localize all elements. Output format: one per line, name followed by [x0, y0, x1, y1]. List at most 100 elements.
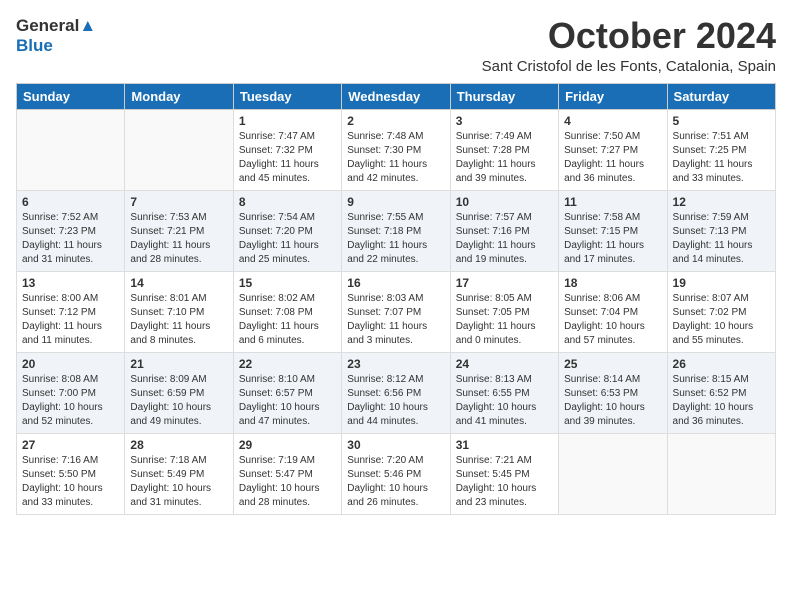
day-info: Sunrise: 8:09 AMSunset: 6:59 PMDaylight:… — [130, 373, 227, 429]
calendar-week-row: 1 Sunrise: 7:47 AMSunset: 7:32 PMDaylight… — [17, 109, 776, 190]
day-number: 18 — [564, 276, 661, 290]
day-number: 14 — [130, 276, 227, 290]
calendar-cell: 17Sunrise: 8:05 AMSunset: 7:05 PMDayligh… — [450, 271, 558, 352]
calendar-week-row: 20 Sunrise: 8:08 AMSunset: 7:00 PMDayligh… — [17, 352, 776, 433]
day-info: Sunrise: 7:50 AMSunset: 7:27 PMDaylight:… — [564, 130, 661, 186]
calendar-cell: 19 Sunrise: 8:07 AMSunset: 7:02 PMDayligh… — [667, 271, 775, 352]
calendar-cell: 31 Sunrise: 7:21 AMSunset: 5:45 PMDayligh… — [450, 433, 558, 514]
calendar-cell: 30 Sunrise: 7:20 AMSunset: 5:46 PMDayligh… — [342, 433, 450, 514]
weekday-header: Monday — [125, 83, 233, 109]
day-number: 21 — [130, 357, 227, 371]
day-number: 28 — [130, 438, 227, 452]
day-number: 13 — [22, 276, 119, 290]
day-info: Sunrise: 7:52 AMSunset: 7:23 PMDaylight:… — [22, 211, 119, 267]
day-number: 29 — [239, 438, 336, 452]
day-number: 8 — [239, 195, 336, 209]
day-info: Sunrise: 7:54 AMSunset: 7:20 PMDaylight:… — [239, 211, 336, 267]
day-number: 2 — [347, 114, 444, 128]
title-block: October 2024 Sant Cristofol de les Fonts… — [482, 16, 776, 75]
day-number: 20 — [22, 357, 119, 371]
day-info: Sunrise: 8:12 AMSunset: 6:56 PMDaylight:… — [347, 373, 444, 429]
day-info: Sunrise: 8:08 AMSunset: 7:00 PMDaylight:… — [22, 373, 119, 429]
calendar-cell: 4 Sunrise: 7:50 AMSunset: 7:27 PMDaylight… — [559, 109, 667, 190]
day-info: Sunrise: 8:00 AMSunset: 7:12 PMDaylight:… — [22, 292, 119, 348]
weekday-header-row: SundayMondayTuesdayWednesdayThursdayFrid… — [17, 83, 776, 109]
day-number: 27 — [22, 438, 119, 452]
day-info: Sunrise: 7:47 AMSunset: 7:32 PMDaylight:… — [239, 130, 336, 186]
day-number: 17 — [456, 276, 553, 290]
day-info: Sunrise: 8:15 AMSunset: 6:52 PMDaylight:… — [673, 373, 770, 429]
day-number: 19 — [673, 276, 770, 290]
day-number: 30 — [347, 438, 444, 452]
day-info: Sunrise: 7:55 AMSunset: 7:18 PMDaylight:… — [347, 211, 444, 267]
calendar-week-row: 27Sunrise: 7:16 AMSunset: 5:50 PMDayligh… — [17, 433, 776, 514]
day-info: Sunrise: 7:53 AMSunset: 7:21 PMDaylight:… — [130, 211, 227, 267]
day-info: Sunrise: 8:01 AMSunset: 7:10 PMDaylight:… — [130, 292, 227, 348]
calendar-cell: 2 Sunrise: 7:48 AMSunset: 7:30 PMDaylight… — [342, 109, 450, 190]
day-info: Sunrise: 8:10 AMSunset: 6:57 PMDaylight:… — [239, 373, 336, 429]
day-info: Sunrise: 7:58 AMSunset: 7:15 PMDaylight:… — [564, 211, 661, 267]
day-number: 1 — [239, 114, 336, 128]
day-info: Sunrise: 7:57 AMSunset: 7:16 PMDaylight:… — [456, 211, 553, 267]
calendar-cell: 7Sunrise: 7:53 AMSunset: 7:21 PMDaylight… — [125, 190, 233, 271]
calendar-cell — [667, 433, 775, 514]
calendar-cell: 29 Sunrise: 7:19 AMSunset: 5:47 PMDayligh… — [233, 433, 341, 514]
calendar-cell: 8 Sunrise: 7:54 AMSunset: 7:20 PMDaylight… — [233, 190, 341, 271]
calendar-cell: 21 Sunrise: 8:09 AMSunset: 6:59 PMDayligh… — [125, 352, 233, 433]
calendar-week-row: 13 Sunrise: 8:00 AMSunset: 7:12 PMDayligh… — [17, 271, 776, 352]
day-info: Sunrise: 7:59 AMSunset: 7:13 PMDaylight:… — [673, 211, 770, 267]
calendar-cell — [17, 109, 125, 190]
weekday-header: Tuesday — [233, 83, 341, 109]
day-info: Sunrise: 8:03 AMSunset: 7:07 PMDaylight:… — [347, 292, 444, 348]
day-number: 31 — [456, 438, 553, 452]
day-number: 24 — [456, 357, 553, 371]
calendar-cell: 1 Sunrise: 7:47 AMSunset: 7:32 PMDaylight… — [233, 109, 341, 190]
day-info: Sunrise: 8:13 AMSunset: 6:55 PMDaylight:… — [456, 373, 553, 429]
day-info: Sunrise: 7:21 AMSunset: 5:45 PMDaylight:… — [456, 454, 553, 510]
calendar-cell: 3 Sunrise: 7:49 AMSunset: 7:28 PMDaylight… — [450, 109, 558, 190]
day-number: 15 — [239, 276, 336, 290]
page-header: General▲ Blue October 2024 Sant Cristofo… — [16, 16, 776, 75]
calendar-cell: 6 Sunrise: 7:52 AMSunset: 7:23 PMDaylight… — [17, 190, 125, 271]
calendar-cell: 12Sunrise: 7:59 AMSunset: 7:13 PMDayligh… — [667, 190, 775, 271]
day-info: Sunrise: 8:07 AMSunset: 7:02 PMDaylight:… — [673, 292, 770, 348]
day-info: Sunrise: 7:20 AMSunset: 5:46 PMDaylight:… — [347, 454, 444, 510]
calendar-cell: 16 Sunrise: 8:03 AMSunset: 7:07 PMDayligh… — [342, 271, 450, 352]
calendar-cell: 14 Sunrise: 8:01 AMSunset: 7:10 PMDayligh… — [125, 271, 233, 352]
weekday-header: Wednesday — [342, 83, 450, 109]
calendar-table: SundayMondayTuesdayWednesdayThursdayFrid… — [16, 83, 776, 515]
day-number: 22 — [239, 357, 336, 371]
day-number: 25 — [564, 357, 661, 371]
day-info: Sunrise: 7:19 AMSunset: 5:47 PMDaylight:… — [239, 454, 336, 510]
day-info: Sunrise: 7:48 AMSunset: 7:30 PMDaylight:… — [347, 130, 444, 186]
calendar-cell — [559, 433, 667, 514]
calendar-cell: 11Sunrise: 7:58 AMSunset: 7:15 PMDayligh… — [559, 190, 667, 271]
weekday-header: Thursday — [450, 83, 558, 109]
calendar-cell: 13 Sunrise: 8:00 AMSunset: 7:12 PMDayligh… — [17, 271, 125, 352]
day-info: Sunrise: 7:51 AMSunset: 7:25 PMDaylight:… — [673, 130, 770, 186]
calendar-cell: 23 Sunrise: 8:12 AMSunset: 6:56 PMDayligh… — [342, 352, 450, 433]
day-info: Sunrise: 7:49 AMSunset: 7:28 PMDaylight:… — [456, 130, 553, 186]
calendar-cell: 9 Sunrise: 7:55 AMSunset: 7:18 PMDaylight… — [342, 190, 450, 271]
calendar-cell: 22 Sunrise: 8:10 AMSunset: 6:57 PMDayligh… — [233, 352, 341, 433]
day-number: 4 — [564, 114, 661, 128]
calendar-cell: 24 Sunrise: 8:13 AMSunset: 6:55 PMDayligh… — [450, 352, 558, 433]
location: Sant Cristofol de les Fonts, Catalonia, … — [482, 58, 776, 75]
day-number: 3 — [456, 114, 553, 128]
calendar-cell: 20 Sunrise: 8:08 AMSunset: 7:00 PMDayligh… — [17, 352, 125, 433]
day-number: 16 — [347, 276, 444, 290]
day-info: Sunrise: 8:14 AMSunset: 6:53 PMDaylight:… — [564, 373, 661, 429]
day-number: 9 — [347, 195, 444, 209]
day-number: 26 — [673, 357, 770, 371]
calendar-cell: 15 Sunrise: 8:02 AMSunset: 7:08 PMDayligh… — [233, 271, 341, 352]
day-info: Sunrise: 8:02 AMSunset: 7:08 PMDaylight:… — [239, 292, 336, 348]
day-number: 5 — [673, 114, 770, 128]
calendar-cell: 26 Sunrise: 8:15 AMSunset: 6:52 PMDayligh… — [667, 352, 775, 433]
day-info: Sunrise: 7:18 AMSunset: 5:49 PMDaylight:… — [130, 454, 227, 510]
day-number: 23 — [347, 357, 444, 371]
weekday-header: Saturday — [667, 83, 775, 109]
calendar-cell: 18Sunrise: 8:06 AMSunset: 7:04 PMDayligh… — [559, 271, 667, 352]
day-number: 6 — [22, 195, 119, 209]
calendar-cell: 28 Sunrise: 7:18 AMSunset: 5:49 PMDayligh… — [125, 433, 233, 514]
calendar-cell: 5 Sunrise: 7:51 AMSunset: 7:25 PMDaylight… — [667, 109, 775, 190]
